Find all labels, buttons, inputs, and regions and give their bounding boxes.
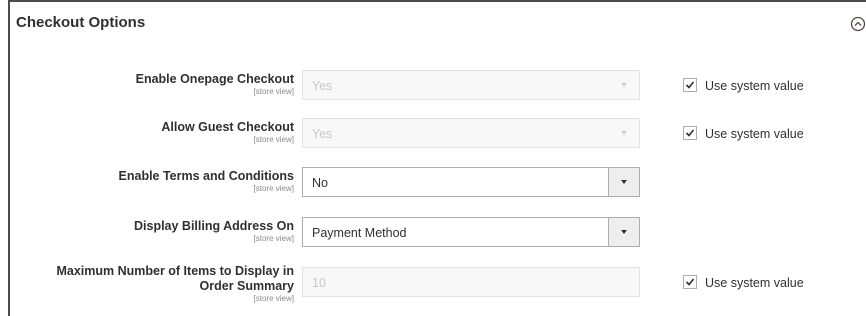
chevron-down-icon xyxy=(621,83,627,87)
field-label: Allow Guest Checkout xyxy=(161,120,294,134)
checkmark-icon xyxy=(685,129,695,137)
field-label: Display Billing Address On xyxy=(134,219,294,233)
scope-label: [store view] xyxy=(253,294,294,303)
field-label-group: Enable Terms and Conditions [store view] xyxy=(14,169,294,193)
checkmark-icon xyxy=(685,81,695,89)
chevron-down-icon xyxy=(621,230,627,234)
enable-terms-and-conditions-select[interactable]: No xyxy=(302,167,640,197)
field-label-line-2: Order Summary xyxy=(199,279,294,293)
use-system-value-checkbox[interactable]: Use system value xyxy=(683,126,804,141)
checkbox-label: Use system value xyxy=(705,79,804,93)
chevron-up-circle-icon[interactable] xyxy=(850,16,866,32)
select-value: Yes xyxy=(312,79,333,93)
checkmark-icon xyxy=(685,278,695,286)
input-value: 10 xyxy=(312,276,326,290)
select-value: Payment Method xyxy=(312,226,407,240)
scope-label: [store view] xyxy=(253,184,294,193)
use-system-value-checkbox[interactable]: Use system value xyxy=(683,78,804,93)
select-value: No xyxy=(312,176,328,190)
select-value: Yes xyxy=(312,127,333,141)
scope-label: [store view] xyxy=(253,87,294,96)
maximum-items-input[interactable]: 10 xyxy=(302,267,640,297)
scope-label: [store view] xyxy=(253,234,294,243)
field-label-line-1: Maximum Number of Items to Display in xyxy=(56,264,294,278)
dropdown-arrow xyxy=(609,71,639,99)
checkbox[interactable] xyxy=(683,126,697,140)
display-billing-address-on-select[interactable]: Payment Method xyxy=(302,217,640,247)
chevron-down-icon xyxy=(621,131,627,135)
chevron-down-icon xyxy=(621,180,627,184)
section-title[interactable]: Checkout Options xyxy=(16,14,145,31)
allow-guest-checkout-select[interactable]: Yes xyxy=(302,118,640,148)
checkbox-label: Use system value xyxy=(705,127,804,141)
field-label-group: Maximum Number of Items to Display in Or… xyxy=(14,264,294,303)
checkbox-label: Use system value xyxy=(705,276,804,290)
field-label-group: Allow Guest Checkout [store view] xyxy=(14,120,294,144)
field-label: Enable Onepage Checkout xyxy=(135,72,294,86)
field-label-group: Enable Onepage Checkout [store view] xyxy=(14,72,294,96)
scope-label: [store view] xyxy=(253,135,294,144)
dropdown-arrow xyxy=(609,119,639,147)
dropdown-arrow[interactable] xyxy=(608,168,639,196)
use-system-value-checkbox[interactable]: Use system value xyxy=(683,275,804,290)
field-label: Enable Terms and Conditions xyxy=(118,169,294,183)
checkbox[interactable] xyxy=(683,275,697,289)
field-label-group: Display Billing Address On [store view] xyxy=(14,219,294,243)
checkbox[interactable] xyxy=(683,78,697,92)
enable-onepage-checkout-select[interactable]: Yes xyxy=(302,70,640,100)
dropdown-arrow[interactable] xyxy=(608,218,639,246)
